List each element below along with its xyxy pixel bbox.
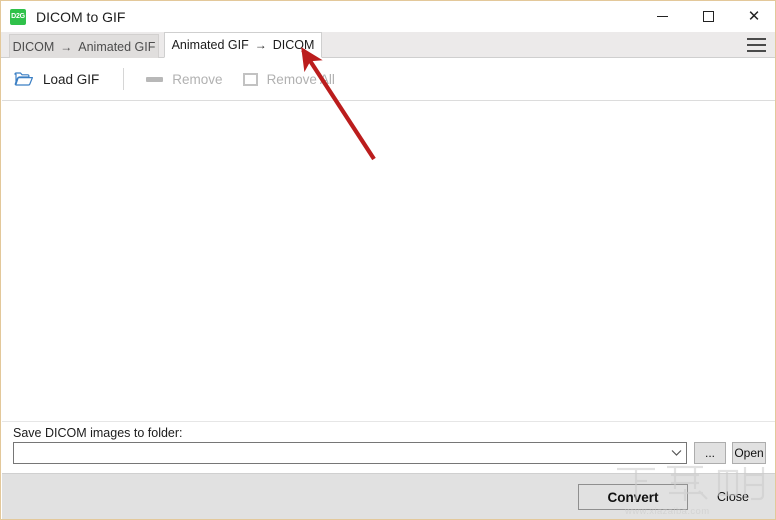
remove-dash-icon — [146, 76, 164, 82]
window-title: DICOM to GIF — [36, 8, 126, 25]
minimize-button[interactable] — [639, 1, 685, 32]
minimize-icon — [656, 16, 668, 17]
tab-animated-gif-to-dicom[interactable]: Animated GIF → DICOM — [164, 32, 322, 58]
convert-button[interactable]: Convert — [578, 484, 688, 510]
remove-all-button[interactable]: Remove All — [235, 64, 343, 94]
remove-all-label: Remove All — [266, 71, 335, 87]
remove-button[interactable]: Remove — [138, 64, 230, 94]
tab-source-label: Animated GIF — [171, 38, 249, 52]
toolbar-separator — [123, 68, 125, 90]
file-list-area[interactable] — [2, 101, 775, 421]
arrow-right-icon: → — [254, 38, 267, 52]
close-window-button[interactable]: ✕ — [731, 1, 775, 32]
title-bar: D2G DICOM to GIF ✕ — [1, 1, 775, 32]
load-gif-label: Load GIF — [43, 71, 100, 87]
browse-folder-button[interactable]: ... — [694, 442, 726, 464]
tab-strip: DICOM → Animated GIF Animated GIF → DICO… — [1, 32, 775, 58]
chevron-down-icon[interactable] — [666, 443, 686, 463]
toolbar: Load GIF Remove Remove All — [2, 58, 775, 101]
tab-target-label: Animated GIF — [78, 39, 156, 54]
folder-open-icon — [14, 71, 34, 87]
maximize-icon — [702, 11, 714, 22]
app-icon-d2g: D2G — [10, 8, 26, 25]
open-folder-button[interactable]: Open — [732, 442, 766, 464]
save-folder-combobox[interactable] — [13, 442, 687, 464]
tab-dicom-to-animated-gif[interactable]: DICOM → Animated GIF — [9, 34, 159, 58]
tab-target-label: DICOM — [272, 38, 315, 52]
load-gif-button[interactable]: Load GIF — [6, 64, 107, 94]
close-icon: ✕ — [747, 8, 761, 25]
remove-label: Remove — [172, 71, 223, 87]
app-window: D2G DICOM to GIF ✕ DICOM → Animated GIF … — [0, 0, 776, 520]
save-folder-label: Save DICOM images to folder: — [13, 426, 183, 440]
remove-all-square-icon — [242, 72, 258, 86]
hamburger-menu-icon[interactable] — [743, 34, 769, 56]
save-folder-panel: Save DICOM images to folder: ... Open — [2, 421, 775, 473]
window-controls: ✕ — [639, 1, 775, 32]
maximize-button[interactable] — [685, 1, 731, 32]
close-button[interactable]: Close — [702, 484, 764, 510]
arrow-right-icon: → — [60, 39, 73, 54]
tab-source-label: DICOM — [12, 39, 55, 54]
bottom-bar: Convert Close — [2, 473, 775, 519]
